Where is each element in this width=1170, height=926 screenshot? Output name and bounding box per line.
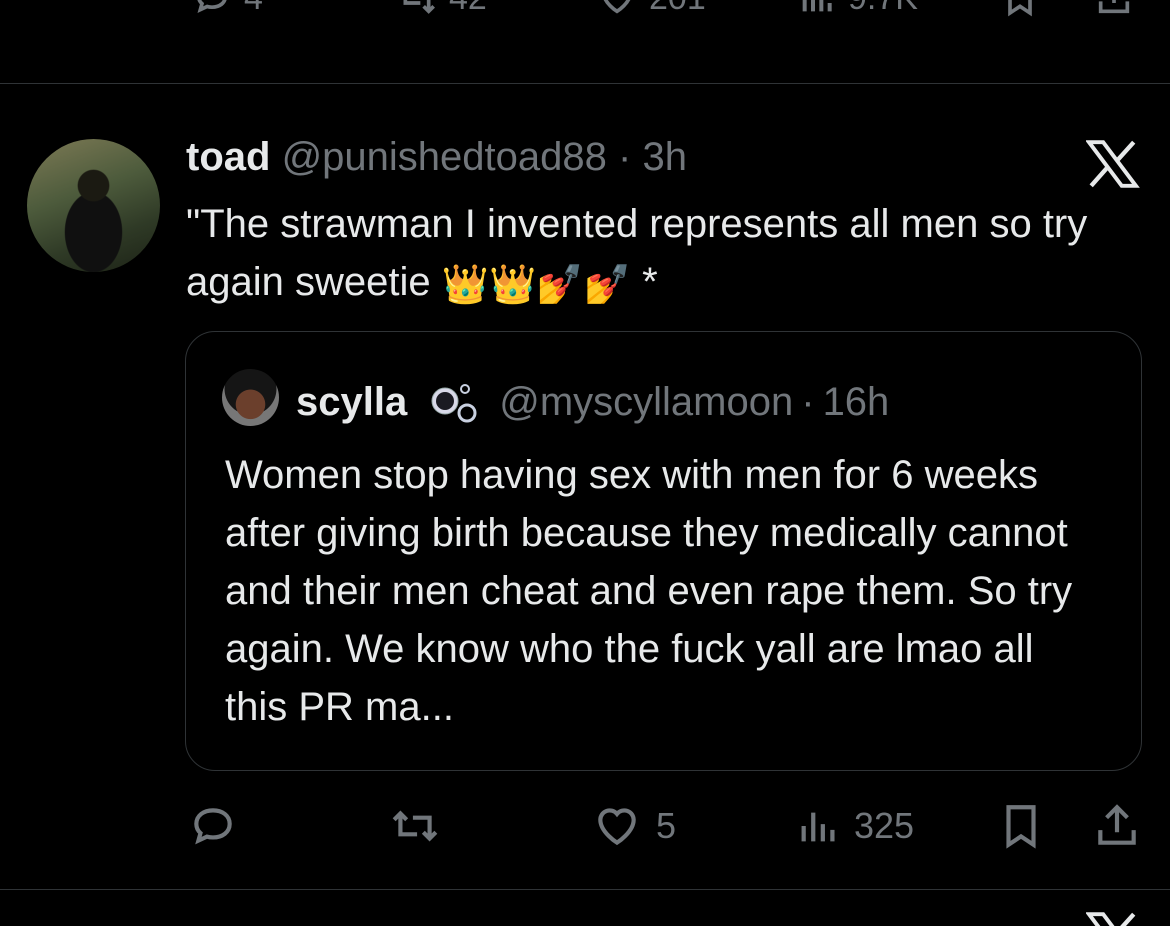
author-avatar[interactable] bbox=[27, 139, 160, 272]
like-button[interactable]: 5 bbox=[590, 798, 676, 854]
bookmark-button[interactable] bbox=[996, 798, 1046, 854]
x-logo-icon[interactable] bbox=[1086, 140, 1140, 188]
prev-reply-button[interactable]: 4 bbox=[190, 0, 263, 18]
reply-button[interactable] bbox=[188, 798, 250, 854]
next-tweet-x-logo-icon bbox=[1086, 912, 1136, 926]
share-button[interactable] bbox=[1092, 798, 1142, 854]
views-button[interactable]: 325 bbox=[796, 798, 914, 854]
view-count: 325 bbox=[854, 805, 915, 846]
bubbles-icon bbox=[431, 384, 477, 423]
reply-icon bbox=[194, 808, 232, 845]
views-icon bbox=[802, 0, 832, 12]
tweet-separator: · bbox=[618, 135, 632, 179]
crown-emoji: 👑 bbox=[441, 264, 490, 306]
share-icon bbox=[1098, 0, 1130, 14]
heart-icon bbox=[603, 0, 631, 14]
divider-bottom bbox=[0, 889, 1170, 890]
prev-like-button[interactable]: 201 bbox=[595, 0, 706, 18]
prev-retweet-count: 42 bbox=[449, 0, 487, 18]
quoted-tweet-text: Women stop having sex with men for 6 wee… bbox=[225, 453, 1073, 729]
tweet-actions: 5 325 bbox=[0, 798, 1170, 854]
quoted-separator: · bbox=[801, 379, 815, 424]
quoted-author-handle[interactable]: @myscyllamoon bbox=[499, 380, 793, 425]
prev-retweet-button[interactable]: 42 bbox=[395, 0, 487, 18]
author-handle[interactable]: @punishedtoad88 bbox=[282, 135, 607, 179]
crown-emoji: 👑 bbox=[489, 264, 537, 306]
nail-polish-emoji: 💅 bbox=[536, 264, 584, 306]
quoted-tweet-header: scylla @myscyllamoon · 16h bbox=[296, 377, 889, 427]
views-icon bbox=[801, 812, 835, 842]
prev-views-button[interactable]: 9.7K bbox=[798, 0, 918, 18]
quoted-author-name[interactable]: scylla bbox=[296, 380, 407, 425]
tweet-text: "The strawman I invented represents all … bbox=[186, 195, 1136, 311]
retweet-button[interactable] bbox=[388, 798, 454, 854]
prev-view-count: 9.7K bbox=[848, 0, 918, 18]
quoted-tweet[interactable]: scylla @myscyllamoon · 16h Women stop ha… bbox=[185, 331, 1142, 771]
quoted-author-avatar[interactable] bbox=[222, 369, 279, 426]
bookmark-icon bbox=[1008, 0, 1032, 17]
reply-icon bbox=[197, 0, 227, 13]
tweet-time[interactable]: 3h bbox=[642, 135, 687, 179]
heart-icon bbox=[598, 808, 636, 846]
bookmark-icon bbox=[1006, 805, 1036, 849]
retweet-icon bbox=[403, 0, 435, 14]
tweet-body: "The strawman I invented represents all … bbox=[186, 202, 1088, 304]
like-count: 5 bbox=[656, 805, 677, 846]
previous-tweet-actions: 4 42 201 9.7K bbox=[0, 0, 1170, 22]
tweet-text-end: * bbox=[642, 260, 658, 304]
divider-top bbox=[0, 83, 1170, 84]
quoted-time[interactable]: 16h bbox=[823, 380, 890, 425]
author-name[interactable]: toad bbox=[186, 135, 270, 179]
nail-polish-emoji: 💅 bbox=[583, 264, 632, 306]
prev-like-count: 201 bbox=[649, 0, 706, 18]
tweet-header: toad @punishedtoad88 · 3h bbox=[186, 135, 687, 180]
prev-share-button[interactable] bbox=[1092, 0, 1136, 18]
prev-bookmark-button[interactable] bbox=[998, 0, 1042, 18]
share-icon bbox=[1098, 804, 1136, 845]
prev-reply-count: 4 bbox=[244, 0, 263, 18]
retweet-icon bbox=[392, 810, 438, 842]
